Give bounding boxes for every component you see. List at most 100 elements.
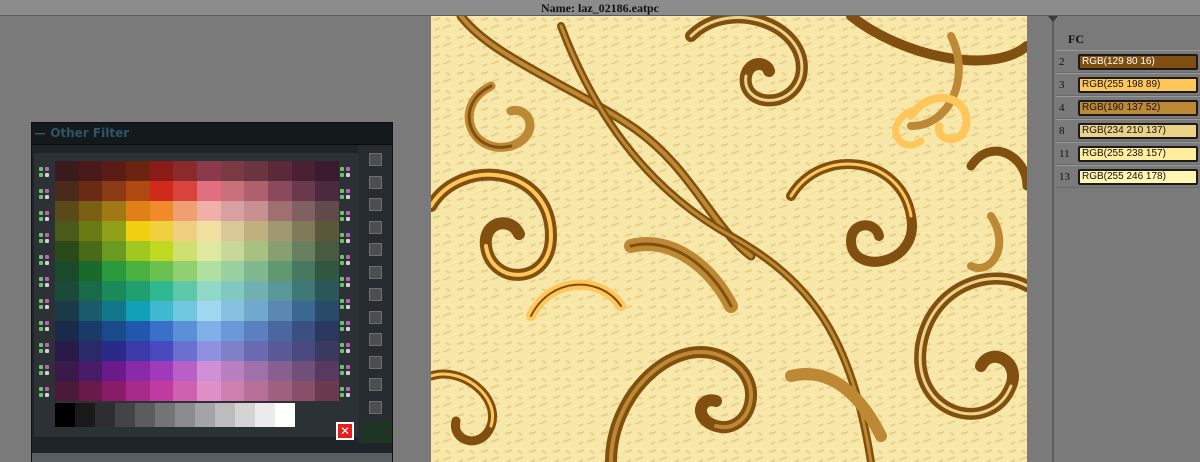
palette-swatch[interactable] bbox=[102, 281, 126, 301]
palette-row-icon[interactable] bbox=[340, 211, 352, 223]
palette-swatch[interactable] bbox=[220, 201, 245, 221]
palette-row-icon[interactable] bbox=[340, 343, 352, 355]
palette-swatch[interactable] bbox=[220, 241, 245, 261]
palette-swatch[interactable] bbox=[220, 281, 245, 301]
filter-checkbox[interactable] bbox=[369, 265, 382, 279]
palette-row-icon[interactable] bbox=[340, 189, 352, 201]
palette-swatch[interactable] bbox=[78, 221, 103, 241]
palette-swatch[interactable] bbox=[149, 361, 174, 381]
grayscale-swatch[interactable] bbox=[195, 403, 215, 427]
palette-swatch[interactable] bbox=[244, 161, 268, 181]
palette-row-icon[interactable] bbox=[39, 189, 51, 201]
palette-swatch[interactable] bbox=[196, 221, 221, 241]
palette-swatch[interactable] bbox=[267, 341, 292, 361]
grayscale-swatch[interactable] bbox=[155, 403, 175, 427]
palette-swatch[interactable] bbox=[102, 301, 126, 321]
palette-row-icon[interactable] bbox=[39, 233, 51, 245]
filter-checkbox[interactable] bbox=[369, 220, 382, 234]
fc-color-row[interactable]: 3 RGB(255 198 89) bbox=[1056, 73, 1200, 96]
palette-swatch[interactable] bbox=[173, 241, 197, 261]
palette-swatch[interactable] bbox=[55, 281, 79, 301]
palette-swatch[interactable] bbox=[125, 181, 150, 201]
fc-color-row[interactable]: 11 RGB(255 238 157) bbox=[1056, 142, 1200, 165]
palette-swatch[interactable] bbox=[220, 221, 245, 241]
grayscale-swatch[interactable] bbox=[175, 403, 195, 427]
palette-swatch[interactable] bbox=[220, 181, 245, 201]
filter-checkbox[interactable] bbox=[369, 153, 382, 166]
palette-swatch[interactable] bbox=[315, 281, 339, 301]
palette-swatch[interactable] bbox=[244, 361, 268, 381]
fc-color-swatch[interactable]: RGB(129 80 16) bbox=[1078, 54, 1198, 70]
palette-row-icon[interactable] bbox=[39, 255, 51, 267]
palette-row-icon[interactable] bbox=[39, 321, 51, 333]
filter-checkbox[interactable] bbox=[369, 243, 382, 256]
palette-swatch[interactable] bbox=[173, 221, 197, 241]
palette-swatch[interactable] bbox=[149, 201, 174, 221]
grayscale-swatch[interactable] bbox=[115, 403, 135, 427]
palette-swatch[interactable] bbox=[125, 261, 150, 281]
palette-swatch[interactable] bbox=[196, 241, 221, 261]
palette-swatch[interactable] bbox=[149, 261, 174, 281]
palette-swatch[interactable] bbox=[78, 321, 103, 341]
panel-divider[interactable] bbox=[1052, 16, 1054, 462]
palette-swatch[interactable] bbox=[267, 261, 292, 281]
palette-swatch[interactable] bbox=[149, 301, 174, 321]
palette-swatch[interactable] bbox=[125, 361, 150, 381]
palette-swatch[interactable] bbox=[244, 301, 268, 321]
fc-color-swatch[interactable]: RGB(255 246 178) bbox=[1078, 169, 1198, 185]
palette-row-icon[interactable] bbox=[39, 343, 51, 355]
palette-swatch[interactable] bbox=[55, 261, 79, 281]
palette-swatch[interactable] bbox=[196, 181, 221, 201]
palette-swatch[interactable] bbox=[315, 201, 339, 221]
palette-swatch[interactable] bbox=[55, 321, 79, 341]
palette-swatch[interactable] bbox=[220, 341, 245, 361]
palette-row-icon[interactable] bbox=[39, 387, 51, 399]
palette-swatch[interactable] bbox=[173, 261, 197, 281]
palette-swatch[interactable] bbox=[315, 341, 339, 361]
palette-row-icon[interactable] bbox=[340, 255, 352, 267]
filter-checkbox[interactable] bbox=[369, 288, 382, 301]
palette-swatch[interactable] bbox=[55, 181, 79, 201]
palette-swatch[interactable] bbox=[315, 241, 339, 261]
palette-row-icon[interactable] bbox=[340, 233, 352, 245]
fc-color-row[interactable]: 8 RGB(234 210 137) bbox=[1056, 119, 1200, 142]
palette-swatch[interactable] bbox=[102, 341, 126, 361]
grayscale-swatch[interactable] bbox=[275, 403, 295, 427]
palette-swatch[interactable] bbox=[78, 181, 103, 201]
grayscale-swatch[interactable] bbox=[235, 403, 255, 427]
palette-swatch[interactable] bbox=[78, 301, 103, 321]
palette-swatch[interactable] bbox=[315, 181, 339, 201]
palette-swatch[interactable] bbox=[196, 361, 221, 381]
grayscale-swatch[interactable] bbox=[55, 403, 75, 427]
palette-swatch[interactable] bbox=[244, 221, 268, 241]
palette-swatch[interactable] bbox=[244, 181, 268, 201]
filter-checkbox[interactable] bbox=[369, 310, 382, 324]
palette-swatch[interactable] bbox=[220, 321, 245, 341]
palette-row-icon[interactable] bbox=[340, 321, 352, 333]
palette-swatch[interactable] bbox=[78, 341, 103, 361]
grayscale-swatch[interactable] bbox=[135, 403, 155, 427]
palette-swatch[interactable] bbox=[102, 161, 126, 181]
filter-checkbox[interactable] bbox=[369, 333, 382, 346]
palette-swatch[interactable] bbox=[173, 201, 197, 221]
palette-swatch[interactable] bbox=[220, 301, 245, 321]
fc-color-swatch[interactable]: RGB(234 210 137) bbox=[1078, 123, 1198, 139]
palette-swatch[interactable] bbox=[315, 261, 339, 281]
palette-swatch[interactable] bbox=[149, 241, 174, 261]
palette-swatch[interactable] bbox=[196, 201, 221, 221]
palette-swatch[interactable] bbox=[149, 181, 174, 201]
palette-swatch[interactable] bbox=[78, 261, 103, 281]
palette-swatch[interactable] bbox=[267, 381, 292, 401]
filter-checkbox[interactable] bbox=[369, 175, 382, 189]
palette-swatch[interactable] bbox=[196, 321, 221, 341]
palette-swatch[interactable] bbox=[196, 261, 221, 281]
palette-swatch[interactable] bbox=[102, 201, 126, 221]
fc-color-swatch[interactable]: RGB(255 238 157) bbox=[1078, 146, 1198, 162]
palette-swatch[interactable] bbox=[55, 301, 79, 321]
fc-color-row[interactable]: 13 RGB(255 246 178) bbox=[1056, 165, 1200, 188]
palette-swatch[interactable] bbox=[196, 301, 221, 321]
palette-swatch[interactable] bbox=[220, 261, 245, 281]
fc-color-swatch[interactable]: RGB(190 137 52) bbox=[1078, 100, 1198, 116]
palette-row-icon[interactable] bbox=[39, 211, 51, 223]
palette-swatch[interactable] bbox=[315, 161, 339, 181]
